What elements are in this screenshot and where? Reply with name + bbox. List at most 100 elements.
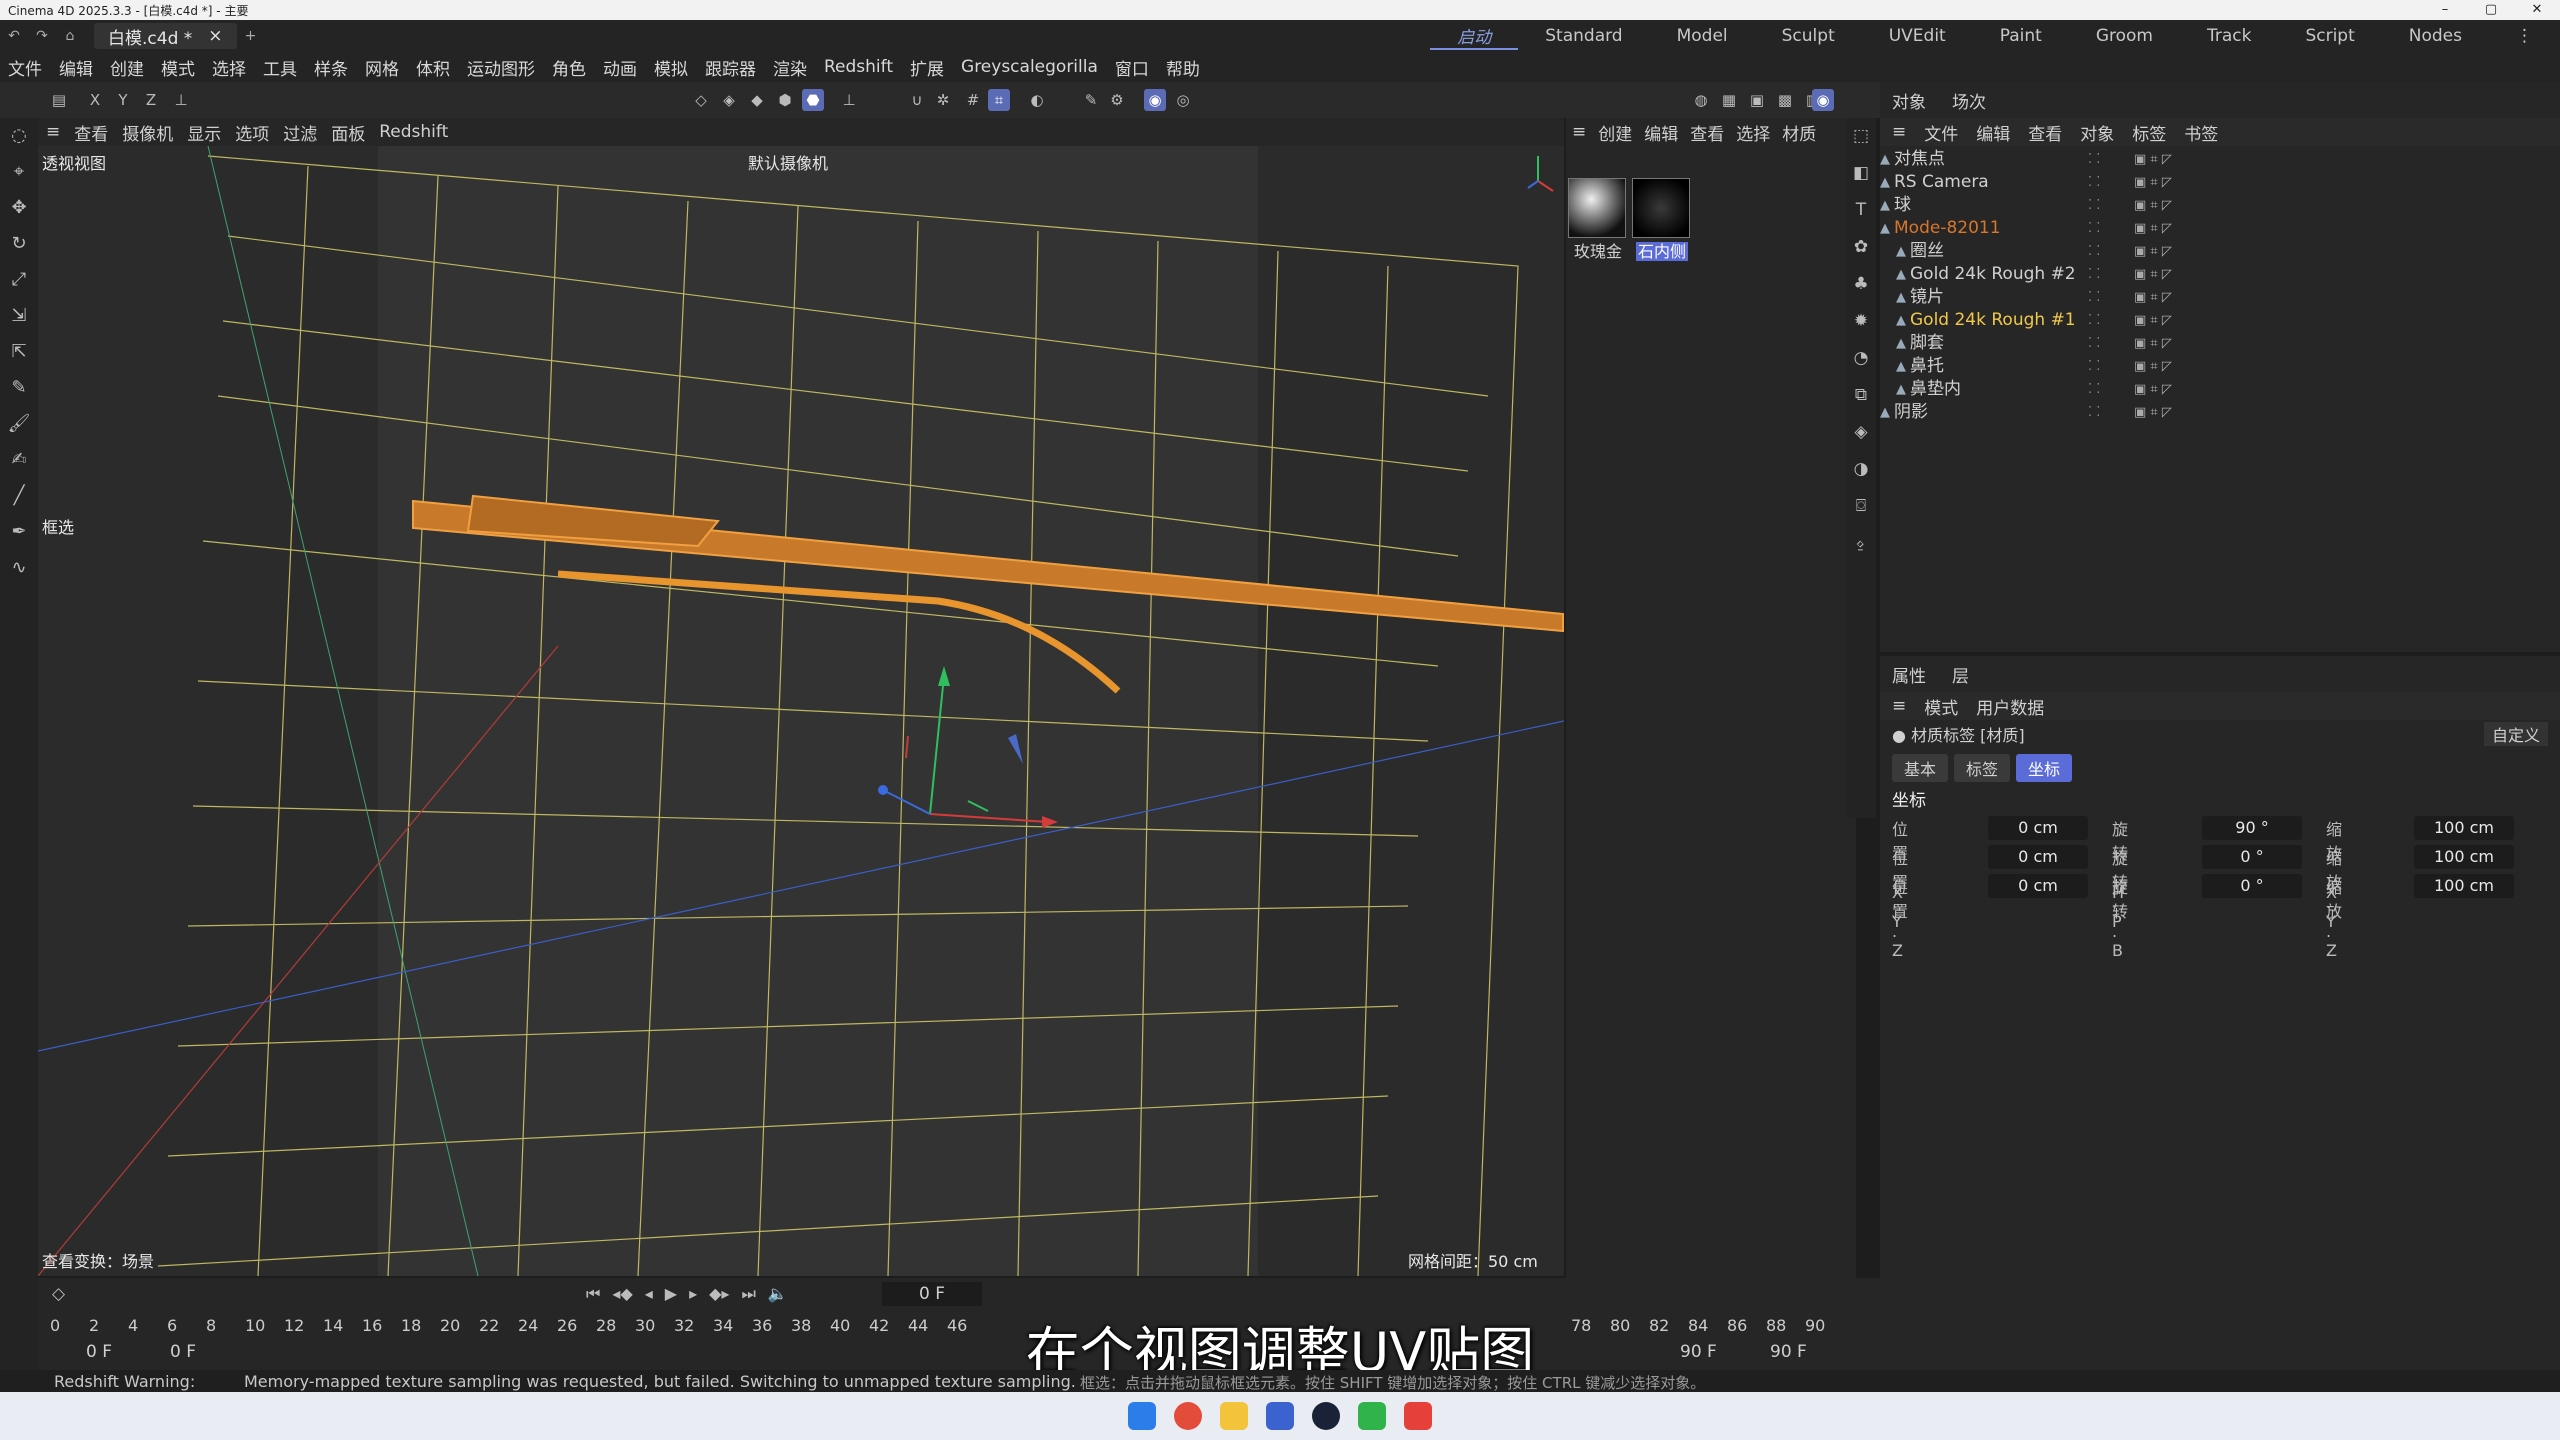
tag-icons[interactable]: ▣ ⌗ ◸ (2134, 309, 2172, 332)
visibility-dots-icon[interactable]: ⁚ ⁚ (2088, 401, 2100, 424)
redo-icon[interactable]: ↷ (28, 28, 56, 44)
menu-tools[interactable]: 工具 (263, 55, 297, 80)
object-row[interactable]: ▲ Gold 24k Rough #1 ⁚ ⁚ ▣ ⌗ ◸ (1880, 309, 2560, 332)
spline-icon[interactable]: ∿ (0, 550, 38, 586)
rot-p-field[interactable]: 0 ° (2202, 845, 2302, 869)
tag-icons[interactable]: ▣ ⌗ ◸ (2134, 240, 2172, 263)
current-frame-field[interactable]: 0 F (882, 1282, 982, 1306)
layout-paint[interactable]: Paint (1973, 26, 2069, 46)
sculpt-icon[interactable]: ✍ (0, 442, 38, 478)
layout-track[interactable]: Track (2180, 26, 2278, 46)
paint-icon[interactable]: ✎ (0, 370, 38, 406)
generator-icon[interactable]: ✿ (1846, 229, 1876, 266)
object-row[interactable]: ▲ 鼻垫内 ⁚ ⁚ ▣ ⌗ ◸ (1880, 378, 2560, 401)
tab-layers[interactable]: 层 (1952, 662, 1969, 687)
clapper-icon[interactable]: ▦ (1718, 89, 1740, 111)
undo-icon[interactable]: ↶ (0, 28, 28, 44)
hamburger-icon[interactable]: ≡ (1572, 122, 1586, 142)
menu-select[interactable]: 选择 (212, 55, 246, 80)
polygons-mode-icon[interactable]: ◆ (746, 89, 768, 111)
light-icon[interactable]: ⍚ (1846, 525, 1876, 562)
vp-menu-display[interactable]: 显示 (187, 120, 221, 145)
subtab-basic[interactable]: 基本 (1892, 754, 1949, 782)
go-to-end-icon[interactable]: ⏭ (741, 1284, 755, 1304)
visibility-dots-icon[interactable]: ⁚ ⁚ (2088, 240, 2100, 263)
rot-b-field[interactable]: 0 ° (2202, 874, 2302, 898)
word-icon[interactable] (1266, 1402, 1294, 1430)
interactive-render-icon[interactable]: ◉ (1812, 89, 1834, 111)
scale-x-field[interactable]: 100 cm (2414, 816, 2514, 840)
visibility-dots-icon[interactable]: ⁚ ⁚ (2088, 286, 2100, 309)
hamburger-icon[interactable]: ≡ (1892, 696, 1906, 716)
keyframe-icon[interactable]: ◇ (52, 1284, 65, 1304)
menu-greyscalegorilla[interactable]: Greyscalegorilla (961, 57, 1098, 77)
visibility-dots-icon[interactable]: ⁚ ⁚ (2088, 217, 2100, 240)
new-tab-icon[interactable]: + (237, 28, 265, 44)
text-icon[interactable]: T (1846, 192, 1876, 229)
vp-menu-redshift[interactable]: Redshift (379, 122, 448, 142)
viewport-camera-label[interactable]: 默认摄像机 (748, 150, 828, 174)
object-row[interactable]: ▲ 球 ⁚ ⁚ ▣ ⌗ ◸ (1880, 194, 2560, 217)
browser-icon[interactable] (1174, 1402, 1202, 1430)
paint-tool-icon[interactable]: ✎ (1080, 89, 1102, 111)
tag-icons[interactable]: ▣ ⌗ ◸ (2134, 217, 2172, 240)
coordinate-system-icon[interactable]: ⊥ (170, 89, 192, 111)
menu-create[interactable]: 创建 (110, 55, 144, 80)
tag-icons[interactable]: ▣ ⌗ ◸ (2134, 263, 2172, 286)
mat-menu-material[interactable]: 材质 (1782, 120, 1816, 145)
menu-mode[interactable]: 模式 (161, 55, 195, 80)
texture-mode-icon[interactable]: ⬣ (802, 89, 824, 111)
object-row[interactable]: ▲ 阴影 ⁚ ⁚ ▣ ⌗ ◸ (1880, 401, 2560, 424)
subtab-tag[interactable]: 标签 (1954, 754, 2011, 782)
visibility-dots-icon[interactable]: ⁚ ⁚ (2088, 309, 2100, 332)
tag-icons[interactable]: ▣ ⌗ ◸ (2134, 378, 2172, 401)
tag-icons[interactable]: ▣ ⌗ ◸ (2134, 148, 2172, 171)
menu-mograph[interactable]: 运动图形 (467, 55, 535, 80)
mat-menu-view[interactable]: 查看 (1690, 120, 1724, 145)
obj-menu-edit[interactable]: 编辑 (1976, 120, 2010, 145)
model-mode-icon[interactable]: ⬢ (774, 89, 796, 111)
close-icon[interactable]: ✕ (2514, 0, 2560, 20)
tag-icons[interactable]: ▣ ⌗ ◸ (2134, 332, 2172, 355)
layout-model[interactable]: Model (1650, 26, 1755, 46)
perspective-viewport[interactable]: 透视视图 默认摄像机 框选 查看变换：场景 网格间距：50 cm (38, 146, 1564, 1276)
tweak-icon[interactable]: ⚙ (1106, 89, 1128, 111)
cinema4d-icon[interactable] (1312, 1402, 1340, 1430)
render-picture-icon[interactable]: ▩ (1774, 89, 1796, 111)
attr-menu-mode[interactable]: 模式 (1924, 694, 1958, 719)
menu-spline[interactable]: 样条 (314, 55, 348, 80)
selection-filter-icon[interactable]: ⌖ (0, 154, 38, 190)
vp-menu-options[interactable]: 选项 (235, 120, 269, 145)
menu-tracker[interactable]: 跟踪器 (705, 55, 756, 80)
material-inner-stone[interactable]: 石内侧 (1632, 178, 1692, 262)
obj-menu-object[interactable]: 对象 (2080, 120, 2114, 145)
move-icon[interactable]: ✥ (0, 190, 38, 226)
edges-mode-icon[interactable]: ◈ (718, 89, 740, 111)
document-tab[interactable]: 白模.c4d * × (94, 23, 237, 49)
scene-icon[interactable]: ◈ (1846, 414, 1876, 451)
play-icon[interactable]: ▶ (665, 1284, 677, 1304)
start-icon[interactable] (1128, 1402, 1156, 1430)
settings-icon[interactable]: ✲ (932, 89, 954, 111)
menu-file[interactable]: 文件 (8, 55, 42, 80)
cloner-icon[interactable]: ♣ (1846, 266, 1876, 303)
app-icon[interactable] (1404, 1402, 1432, 1430)
obj-menu-file[interactable]: 文件 (1924, 120, 1958, 145)
object-row[interactable]: ▲ Gold 24k Rough #2 ⁚ ⁚ ▣ ⌗ ◸ (1880, 263, 2560, 286)
visibility-dots-icon[interactable]: ⁚ ⁚ (2088, 148, 2100, 171)
brush-icon[interactable]: 🖌 (0, 406, 38, 442)
undo-history-icon[interactable]: ▤ (48, 89, 70, 111)
object-row[interactable]: ▲ 脚套 ⁚ ⁚ ▣ ⌗ ◸ (1880, 332, 2560, 355)
obj-menu-bookmarks[interactable]: 书签 (2184, 120, 2218, 145)
transform-icon[interactable]: ⇲ (0, 298, 38, 334)
menu-mesh[interactable]: 网格 (365, 55, 399, 80)
render-view-icon[interactable]: ▣ (1746, 89, 1768, 111)
object-row[interactable]: ▲ 鼻托 ⁚ ⁚ ▣ ⌗ ◸ (1880, 355, 2560, 378)
pen-icon[interactable]: ✒ (0, 514, 38, 550)
vp-menu-view[interactable]: 查看 (74, 120, 108, 145)
object-icon[interactable]: ⬚ (1846, 118, 1876, 155)
sound-icon[interactable]: 🔈 (768, 1284, 788, 1304)
scale-icon[interactable]: ⤢ (0, 262, 38, 298)
menu-edit[interactable]: 编辑 (59, 55, 93, 80)
layout-uvedit[interactable]: UVEdit (1862, 26, 1973, 46)
